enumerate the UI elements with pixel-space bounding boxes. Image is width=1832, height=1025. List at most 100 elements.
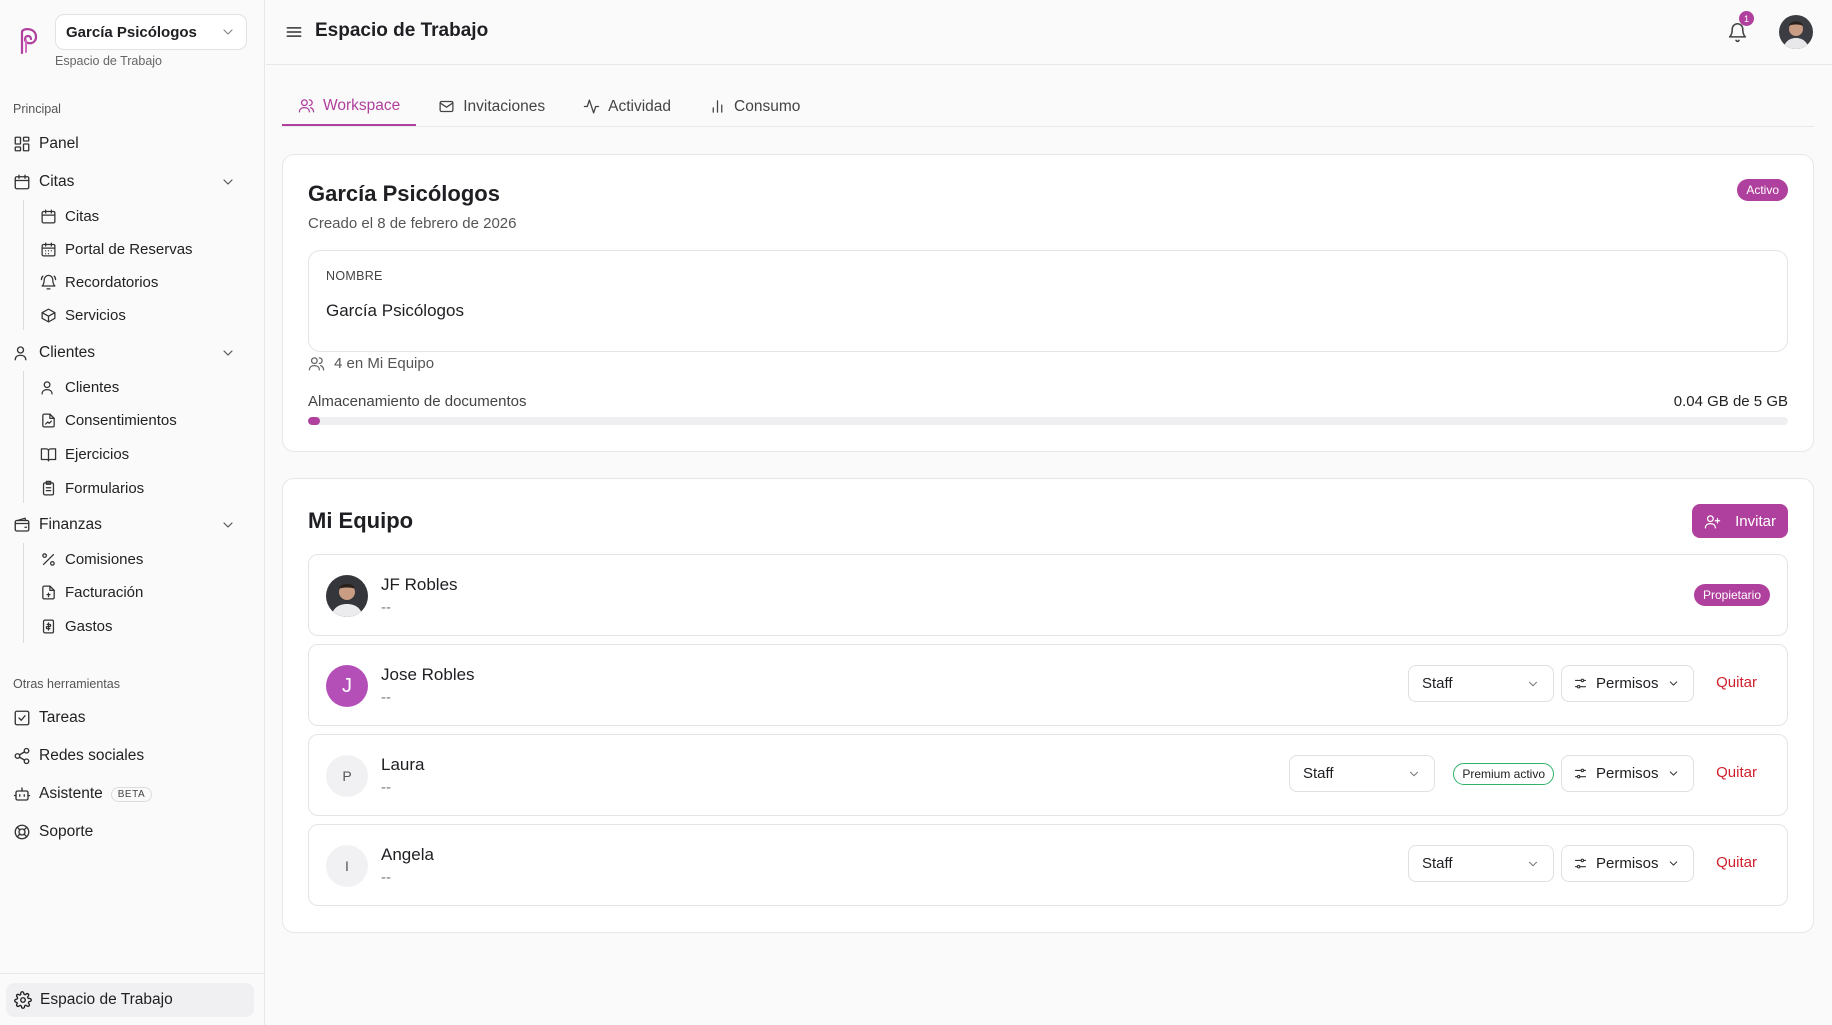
chevron-down-icon: [1669, 771, 1677, 776]
sidebar-item-label: Consentimientos: [65, 411, 177, 429]
sidebar-item-tareas[interactable]: Tareas: [13, 704, 252, 732]
sidebar-item-clientes[interactable]: Clientes: [40, 373, 119, 401]
workspace-select[interactable]: García Psicólogos: [55, 14, 247, 50]
sidebar-item-portal-reservas[interactable]: Portal de Reservas: [40, 235, 193, 263]
sidebar-item-recordatorios[interactable]: Recordatorios: [40, 268, 158, 296]
share-icon: [14, 747, 30, 765]
member-subtitle: --: [381, 779, 391, 796]
role-select[interactable]: Staff: [1289, 755, 1435, 792]
user-avatar[interactable]: [1779, 15, 1813, 49]
sidebar-item-espacio-trabajo[interactable]: Espacio de Trabajo: [6, 983, 254, 1017]
app-logo-icon[interactable]: [16, 26, 42, 58]
tab-bar: Workspace Invitaciones Actividad Consumo: [282, 87, 1814, 127]
lifebuoy-icon: [14, 824, 30, 840]
permissions-button[interactable]: Permisos: [1561, 845, 1694, 882]
user-plus-icon: [1704, 514, 1721, 529]
tab-consumo[interactable]: Consumo: [693, 87, 816, 126]
sidebar-item-ejercicios[interactable]: Ejercicios: [40, 440, 129, 468]
sidebar-item-label: Redes sociales: [39, 747, 145, 764]
mail-icon: [439, 100, 454, 113]
member-name: JF Robles: [381, 575, 458, 594]
member-row: JF Robles -- Propietario: [308, 554, 1788, 636]
workspace-subtitle: Espacio de Trabajo: [55, 54, 163, 68]
sidebar-item-formularios[interactable]: Formularios: [40, 474, 144, 502]
percent-icon: [42, 552, 55, 566]
user-icon: [14, 346, 27, 361]
wallet-icon: [14, 517, 30, 532]
remove-member-button[interactable]: Quitar: [1716, 854, 1757, 871]
sidebar-item-label: Espacio de Trabajo: [40, 991, 173, 1008]
sidebar-item-soporte[interactable]: Soporte: [13, 818, 252, 846]
storage-progress-bar: [308, 417, 1788, 425]
permissions-label: Permisos: [1596, 855, 1659, 872]
tree-line: [23, 543, 24, 643]
chevron-down-icon: [223, 179, 233, 185]
created-date: Creado el 8 de febrero de 2026: [308, 215, 517, 232]
tree-line: [23, 200, 24, 330]
sidebar-item-label: Tareas: [39, 709, 86, 726]
storage-progress-fill: [308, 417, 320, 425]
sidebar-group-citas[interactable]: Citas: [13, 168, 252, 196]
calendar-grid-icon: [41, 241, 56, 257]
sidebar: García Psicólogos Espacio de Trabajo Pri…: [0, 0, 265, 1025]
notification-badge: 1: [1739, 11, 1754, 26]
sidebar-group-finanzas[interactable]: Finanzas: [13, 511, 252, 539]
member-name: Angela: [381, 845, 434, 864]
sidebar-group-clientes[interactable]: Clientes: [13, 339, 252, 367]
tab-label: Actividad: [608, 97, 672, 115]
sidebar-item-gastos[interactable]: Gastos: [40, 612, 113, 640]
name-field[interactable]: NOMBRE García Psicólogos: [308, 250, 1788, 352]
sidebar-item-consentimientos[interactable]: Consentimientos: [40, 406, 177, 434]
member-row: P Laura -- Staff Premium activo Permisos…: [308, 734, 1788, 816]
chevron-down-icon: [223, 29, 233, 35]
book-open-icon: [40, 447, 57, 462]
sidebar-item-label: Clientes: [39, 344, 95, 361]
remove-member-button[interactable]: Quitar: [1716, 764, 1757, 781]
field-value: García Psicólogos: [326, 301, 464, 320]
workspace-card: García Psicólogos Creado el 8 de febrero…: [282, 154, 1814, 452]
premium-badge: Premium activo: [1453, 763, 1554, 785]
section-label-principal: Principal: [13, 102, 61, 116]
sidebar-item-panel[interactable]: Panel: [13, 130, 252, 158]
divider: [0, 973, 265, 974]
permissions-button[interactable]: Permisos: [1561, 665, 1694, 702]
role-select-value: Staff: [1422, 855, 1453, 872]
menu-icon[interactable]: [284, 22, 304, 42]
permissions-button[interactable]: Permisos: [1561, 755, 1694, 792]
invite-button[interactable]: Invitar: [1692, 504, 1788, 538]
workspace-select-label: García Psicólogos: [66, 23, 197, 41]
sidebar-item-label: Gastos: [65, 617, 113, 635]
owner-badge: Propietario: [1693, 584, 1770, 606]
users-icon: [298, 99, 315, 113]
sliders-icon: [1574, 768, 1587, 779]
tab-actividad[interactable]: Actividad: [567, 87, 687, 126]
sidebar-item-label: Soporte: [39, 823, 94, 840]
sliders-icon: [1574, 678, 1587, 689]
sidebar-item-redes-sociales[interactable]: Redes sociales: [13, 742, 252, 770]
sidebar-item-label: Panel: [39, 135, 79, 152]
sidebar-item-asistente[interactable]: Asistente BETA: [13, 780, 252, 808]
chevron-down-icon: [1528, 861, 1538, 866]
bar-chart-icon: [712, 100, 723, 113]
workspace-name: García Psicólogos: [308, 181, 500, 206]
status-badge: Activo: [1737, 179, 1788, 201]
role-select[interactable]: Staff: [1408, 845, 1554, 882]
sidebar-item-label: Ejercicios: [65, 445, 130, 463]
tab-workspace[interactable]: Workspace: [282, 87, 417, 126]
tab-label: Invitaciones: [463, 97, 546, 115]
tab-invitaciones[interactable]: Invitaciones: [422, 87, 561, 126]
sidebar-item-label: Recordatorios: [65, 273, 159, 291]
sidebar-item-facturacion[interactable]: Facturación: [40, 578, 143, 606]
remove-member-button[interactable]: Quitar: [1716, 674, 1757, 691]
member-avatar: [326, 575, 368, 617]
sidebar-item-comisiones[interactable]: Comisiones: [40, 545, 143, 573]
role-select[interactable]: Staff: [1408, 665, 1554, 702]
chevron-down-icon: [223, 522, 233, 528]
sidebar-item-servicios[interactable]: Servicios: [40, 301, 126, 329]
permissions-label: Permisos: [1596, 675, 1659, 692]
role-select-value: Staff: [1303, 765, 1334, 782]
user-icon: [41, 380, 53, 395]
member-name: Jose Robles: [381, 665, 475, 684]
sidebar-item-citas[interactable]: Citas: [40, 202, 99, 230]
beta-badge: BETA: [110, 786, 153, 802]
